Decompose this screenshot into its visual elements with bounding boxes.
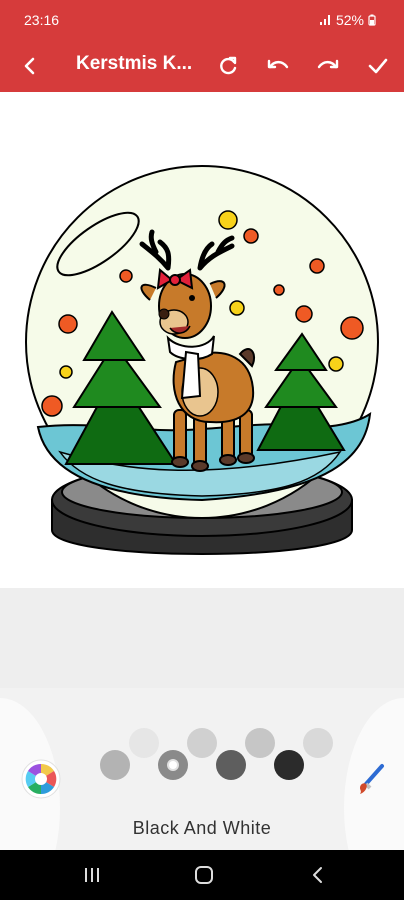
- battery-icon: [368, 14, 376, 26]
- app-bar: Kerstmis K...: [0, 40, 404, 92]
- status-time: 23:16: [24, 12, 60, 28]
- home-button[interactable]: [192, 863, 216, 887]
- back-icon: [313, 867, 322, 883]
- color-swatch[interactable]: [129, 728, 159, 758]
- status-bar: 23:16 52%: [0, 0, 404, 40]
- palette-name: Black And White: [132, 818, 272, 838]
- refresh-button[interactable]: [212, 50, 244, 82]
- color-palette-panel: Black And White: [0, 688, 404, 850]
- color-wheel-button[interactable]: [20, 758, 62, 800]
- snow-globe-drawing[interactable]: [0, 92, 404, 588]
- battery-text: 52%: [335, 12, 364, 28]
- color-swatch[interactable]: [187, 728, 217, 758]
- back-arrow-icon: [24, 57, 35, 75]
- color-swatch[interactable]: [245, 728, 275, 758]
- system-back-button[interactable]: [306, 863, 330, 887]
- recents-icon: [85, 868, 99, 882]
- confirm-button[interactable]: [362, 50, 394, 82]
- paintbrush-icon: [360, 764, 384, 794]
- redo-button[interactable]: [312, 50, 344, 82]
- system-nav-bar: [0, 850, 404, 900]
- page-title: Kerstmis K...: [76, 53, 193, 74]
- status-right: 52%: [318, 12, 376, 28]
- color-swatch[interactable]: [274, 750, 304, 780]
- undo-icon: [267, 59, 289, 69]
- canvas-margin: [0, 588, 404, 688]
- undo-button[interactable]: [262, 50, 294, 82]
- color-swatch[interactable]: [216, 750, 246, 780]
- redo-icon: [317, 59, 339, 69]
- signal-icon: [318, 14, 332, 26]
- home-icon: [195, 866, 213, 884]
- color-swatch[interactable]: [158, 750, 188, 780]
- check-icon: [368, 58, 388, 74]
- coloring-canvas[interactable]: [0, 92, 404, 588]
- color-swatch[interactable]: [100, 750, 130, 780]
- color-wheel-icon: [21, 759, 61, 799]
- recents-button[interactable]: [80, 863, 104, 887]
- brush-button[interactable]: [352, 762, 388, 798]
- back-button[interactable]: [14, 50, 46, 82]
- color-swatch[interactable]: [303, 728, 333, 758]
- refresh-icon: [220, 56, 237, 75]
